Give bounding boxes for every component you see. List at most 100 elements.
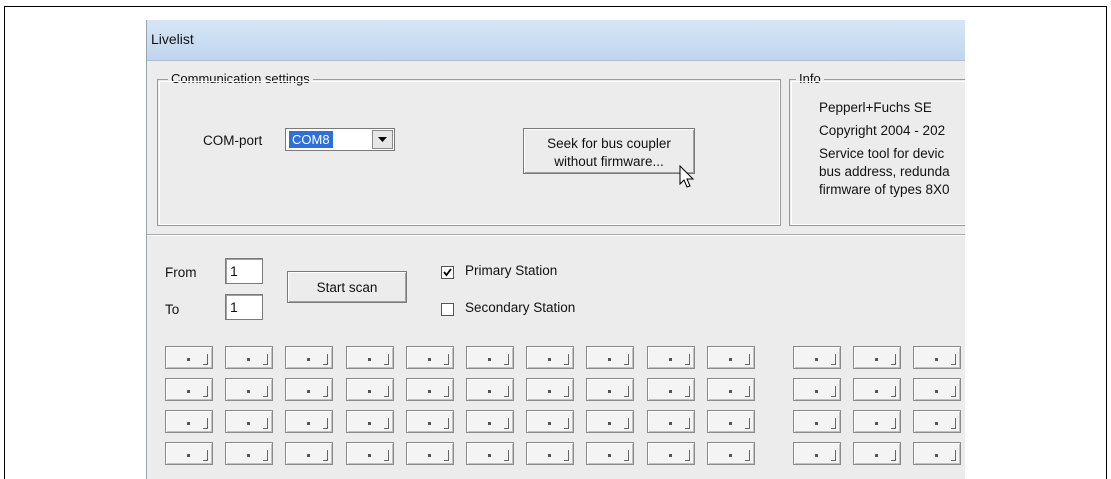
station-cell[interactable] [526, 410, 575, 433]
cell-corner-mark [203, 354, 208, 365]
station-cell[interactable] [913, 410, 962, 433]
cell-dot [875, 453, 879, 457]
cell-corner-mark [831, 386, 836, 397]
station-cell[interactable] [526, 346, 575, 369]
cell-corner-mark [383, 418, 389, 429]
cell-corner-mark [891, 450, 897, 461]
cell-dot [668, 389, 672, 393]
station-cell[interactable] [913, 442, 962, 465]
secondary-station-checkbox[interactable] [441, 303, 454, 316]
station-cell[interactable] [913, 378, 962, 401]
station-cell[interactable] [646, 346, 695, 369]
station-cell[interactable] [165, 442, 213, 465]
station-cell[interactable] [345, 346, 394, 369]
cell-corner-mark [891, 418, 897, 429]
cell-corner-mark [624, 418, 630, 429]
station-cell[interactable] [706, 410, 755, 433]
station-cell[interactable] [646, 410, 695, 433]
com-port-value: COM8 [289, 131, 333, 148]
station-cell[interactable] [466, 442, 514, 465]
cell-corner-mark [504, 450, 509, 461]
primary-station-checkbox[interactable] [441, 266, 454, 279]
cell-corner-mark [831, 354, 836, 365]
station-cell[interactable] [466, 410, 514, 433]
station-cell[interactable] [345, 442, 394, 465]
cell-dot [608, 389, 612, 393]
cell-corner-mark [744, 386, 750, 397]
cell-corner-mark [744, 354, 750, 365]
com-port-label: COM-port [203, 133, 263, 148]
station-cell[interactable] [706, 378, 755, 401]
station-cell[interactable] [706, 442, 755, 465]
station-cell[interactable] [405, 442, 454, 465]
station-cell[interactable] [586, 378, 635, 401]
station-cell[interactable] [793, 346, 841, 369]
station-cell[interactable] [345, 410, 394, 433]
cell-dot [548, 389, 552, 393]
title-bar[interactable]: Livelist [147, 20, 965, 61]
start-scan-button[interactable]: Start scan [287, 271, 407, 303]
primary-station-label: Primary Station [465, 263, 558, 278]
station-cell[interactable] [345, 378, 394, 401]
station-cell[interactable] [646, 442, 695, 465]
cell-corner-mark [564, 418, 570, 429]
seek-bus-coupler-button[interactable]: Seek for bus coupler without firmware... [523, 128, 695, 174]
station-cell[interactable] [165, 346, 213, 369]
station-cell[interactable] [225, 378, 274, 401]
cell-corner-mark [323, 386, 329, 397]
cell-dot [728, 357, 732, 361]
station-cell[interactable] [405, 378, 454, 401]
cell-dot [307, 357, 311, 361]
station-cell[interactable] [853, 410, 902, 433]
station-cell[interactable] [793, 442, 841, 465]
to-field[interactable] [225, 294, 263, 320]
station-cell[interactable] [646, 378, 695, 401]
cell-dot [728, 389, 732, 393]
station-cell[interactable] [913, 346, 962, 369]
cell-dot [488, 421, 491, 425]
station-cell[interactable] [466, 378, 514, 401]
station-cell[interactable] [793, 378, 841, 401]
station-cell[interactable] [225, 346, 274, 369]
cell-dot [247, 357, 251, 361]
cell-dot [488, 453, 491, 457]
cell-dot [187, 421, 190, 425]
cell-corner-mark [564, 386, 570, 397]
dropdown-button[interactable] [372, 130, 393, 149]
cell-dot [608, 421, 612, 425]
station-cell[interactable] [225, 410, 274, 433]
station-cell[interactable] [285, 378, 334, 401]
station-cell[interactable] [586, 410, 635, 433]
station-cell[interactable] [285, 346, 334, 369]
cell-dot [187, 389, 190, 393]
station-cell[interactable] [165, 410, 213, 433]
cell-dot [367, 357, 371, 361]
station-cell[interactable] [526, 378, 575, 401]
station-cell[interactable] [586, 442, 635, 465]
cell-dot [935, 421, 939, 425]
station-cell[interactable] [405, 346, 454, 369]
station-cell[interactable] [466, 346, 514, 369]
from-field[interactable] [225, 258, 263, 284]
cell-dot [935, 357, 939, 361]
cell-corner-mark [383, 354, 389, 365]
cell-corner-mark [564, 354, 570, 365]
station-cell[interactable] [405, 410, 454, 433]
station-cell[interactable] [853, 442, 902, 465]
station-cell[interactable] [225, 442, 274, 465]
station-cell[interactable] [165, 378, 213, 401]
station-cell[interactable] [793, 410, 841, 433]
station-cell[interactable] [853, 378, 902, 401]
cell-corner-mark [564, 450, 570, 461]
cell-corner-mark [744, 418, 750, 429]
cell-dot [815, 357, 818, 361]
cell-corner-mark [443, 418, 449, 429]
com-port-dropdown[interactable]: COM8 [285, 128, 395, 151]
cell-dot [548, 453, 552, 457]
station-cell[interactable] [853, 346, 902, 369]
station-cell[interactable] [526, 442, 575, 465]
station-cell[interactable] [285, 442, 334, 465]
station-cell[interactable] [706, 346, 755, 369]
station-cell[interactable] [586, 346, 635, 369]
station-cell[interactable] [285, 410, 334, 433]
